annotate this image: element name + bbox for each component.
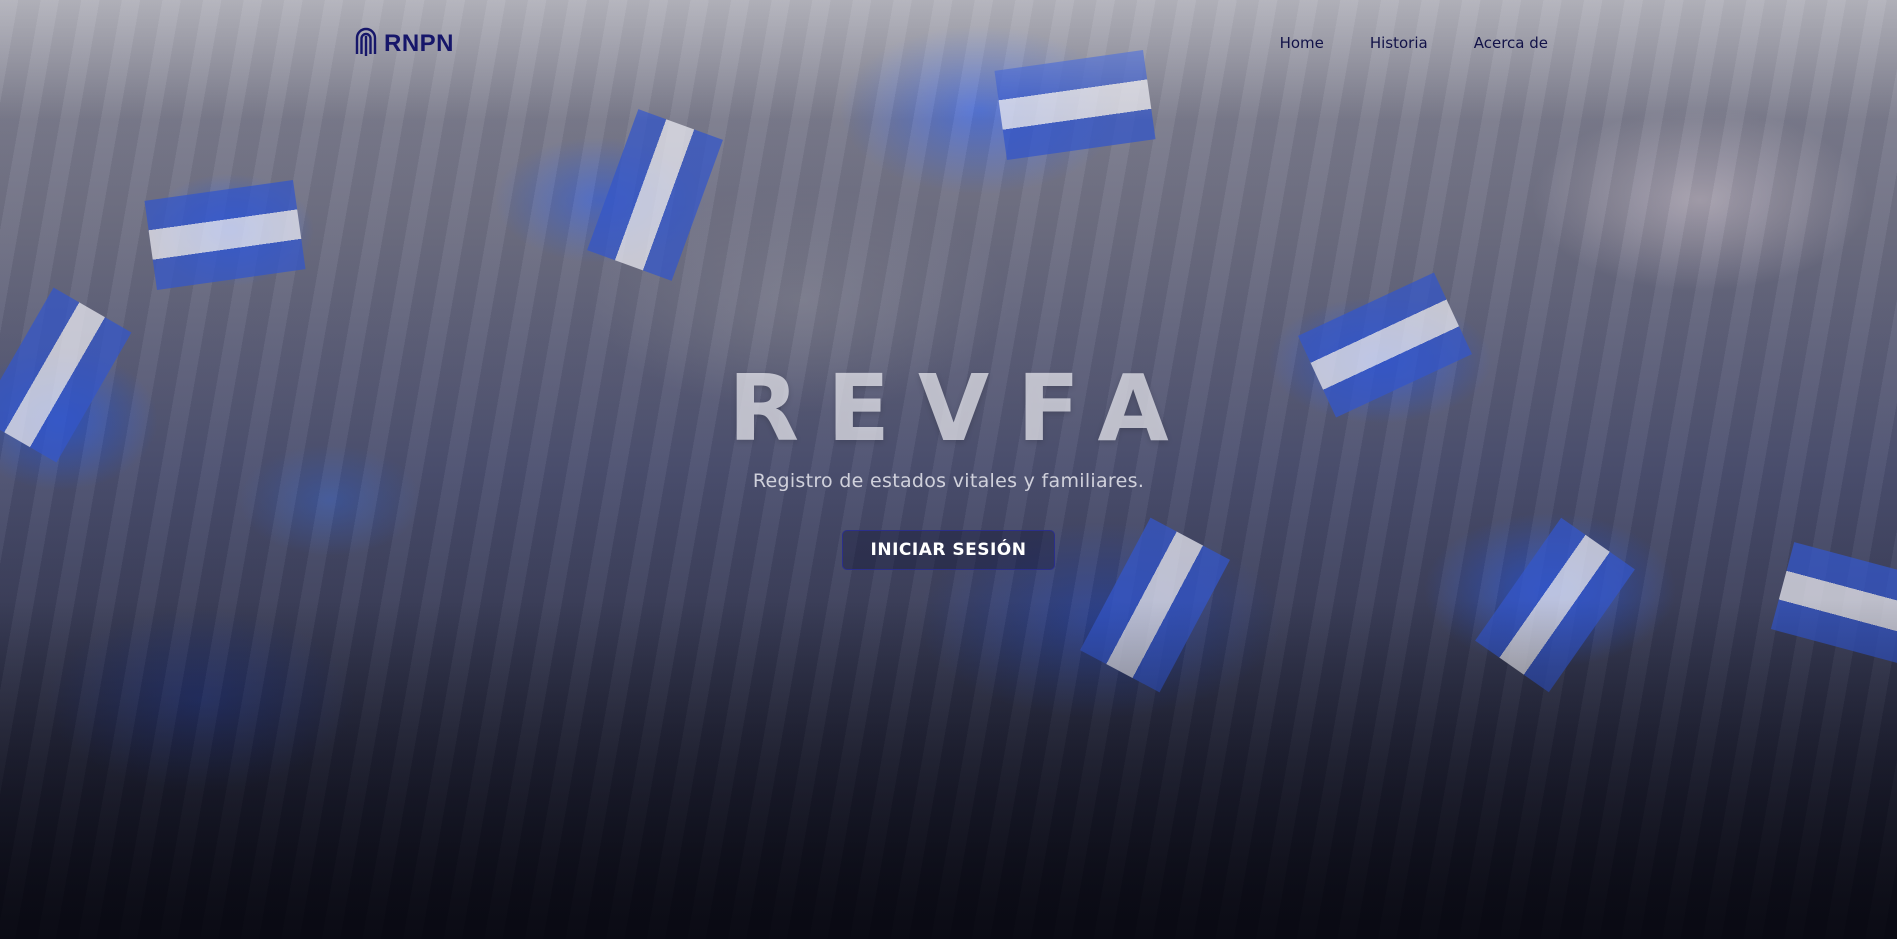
fingerprint-logo-icon [355, 27, 377, 56]
hero-title: REVFA [728, 355, 1197, 462]
flag-decoration [144, 179, 306, 291]
brand-name: RNPN [384, 30, 455, 57]
nav-historia-link[interactable]: Historia [1370, 34, 1428, 52]
hero-subtitle: Registro de estados vitales y familiares… [752, 470, 1145, 492]
nav-home-link[interactable]: Home [1280, 34, 1324, 52]
login-button[interactable]: INICIAR SESIÓN [841, 530, 1056, 570]
brand-logo[interactable]: RNPN [354, 26, 454, 62]
hero-content: REVFA Registro de estados vitales y fami… [0, 355, 1897, 570]
top-navigation: RNPN Home Historia Acerca de [0, 0, 1897, 88]
nav-links: Home Historia Acerca de [1280, 34, 1548, 52]
nav-acerca-link[interactable]: Acerca de [1474, 34, 1548, 52]
flag-decoration [587, 109, 723, 281]
hero-background: RNPN Home Historia Acerca de REVFA Regis… [0, 0, 1897, 939]
